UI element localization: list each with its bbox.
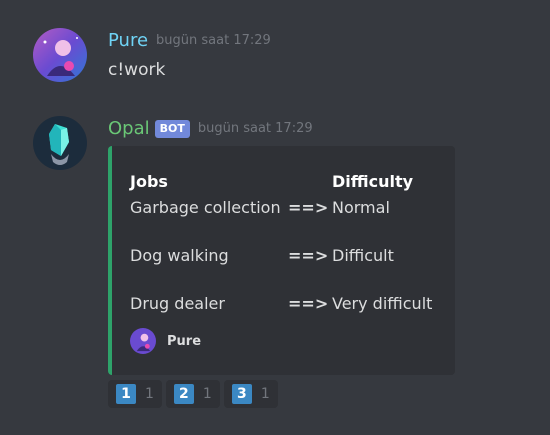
footer-text: Pure: [167, 333, 202, 349]
reaction-count: 1: [202, 386, 212, 402]
timestamp: bugün saat 17:29: [197, 121, 313, 136]
message-header: Pure bugün saat 17:29: [108, 30, 271, 51]
job-name: Dog walking: [130, 246, 229, 265]
embed: Jobs Difficulty Garbage collection ==> N…: [108, 146, 455, 375]
reaction-two[interactable]: 2 1: [165, 380, 220, 408]
opal-avatar[interactable]: [33, 116, 87, 170]
job-difficulty: Very difficult: [332, 294, 433, 313]
timestamp: bugün saat 17:29: [156, 33, 271, 48]
arrow: ==>: [288, 294, 329, 313]
embed-footer: Pure: [130, 328, 201, 354]
keycap-one-icon: 1: [116, 384, 136, 404]
keycap-three-icon: 3: [231, 384, 252, 404]
username[interactable]: Pure: [108, 30, 148, 51]
difficulty-header: Difficulty: [332, 172, 414, 191]
reaction-count: 1: [260, 386, 270, 402]
reactions: 1 1 2 1 3 1: [108, 380, 282, 408]
reaction-one[interactable]: 1 1: [108, 380, 162, 408]
jobs-header: Jobs: [130, 172, 168, 191]
job-name: Garbage collection: [130, 198, 281, 217]
reaction-three[interactable]: 3 1: [223, 380, 278, 408]
job-difficulty: Normal: [332, 198, 390, 217]
arrow: ==>: [288, 198, 329, 217]
message-text: c!work: [108, 60, 166, 80]
job-difficulty: Difficult: [332, 246, 394, 265]
message-header: Opal BOT bugün saat 17:29: [108, 118, 313, 139]
username[interactable]: Opal: [108, 118, 150, 139]
bot-tag: BOT: [154, 119, 190, 138]
pure-avatar[interactable]: [33, 28, 87, 82]
keycap-two-icon: 2: [173, 384, 194, 404]
reaction-count: 1: [145, 386, 154, 402]
job-name: Drug dealer: [130, 294, 225, 313]
arrow: ==>: [288, 246, 329, 265]
footer-avatar: [130, 328, 156, 354]
